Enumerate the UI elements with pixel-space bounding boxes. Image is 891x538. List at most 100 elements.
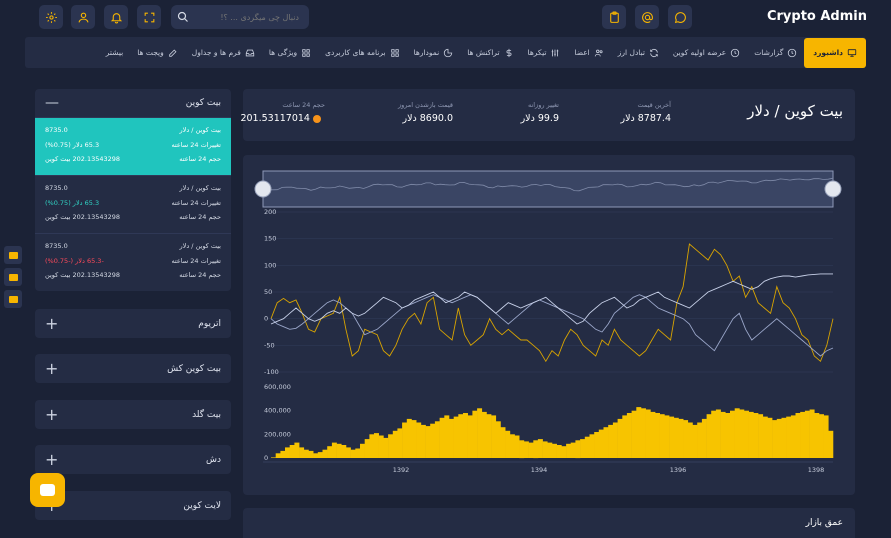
settings-button[interactable]	[39, 5, 63, 29]
series-line-1	[270, 294, 834, 357]
volume-bar	[425, 426, 431, 458]
stat-label: تغییر روزانه	[527, 101, 559, 109]
stat-label: حجم 24 ساعت	[282, 101, 325, 109]
volume-value: 202.13543298 بیت کوین	[45, 271, 121, 279]
coin-row[interactable]: بیت کوین / دلار 8735.0 تغییرات 24 ساعته 65.…	[35, 175, 231, 233]
volume-bar	[537, 439, 543, 458]
market-depth-panel: عمق بازار	[243, 508, 855, 538]
volume-bar	[575, 440, 581, 459]
accordion-title: بیت گلد	[192, 409, 221, 420]
nav-item-label: تیکرها	[527, 48, 547, 57]
price-chart-panel: 200 150 100 50 0 -50 -100 600,000 400,000 200,000…	[243, 155, 855, 495]
volume-tick-label: 0	[264, 454, 268, 462]
volume-bar	[645, 409, 651, 458]
accordion-header[interactable]: دش +	[35, 445, 231, 474]
accordion-title: لایت کوین	[183, 500, 221, 511]
expand-icon[interactable]: +	[45, 450, 58, 469]
window-icon	[8, 273, 18, 281]
coin-accordion[interactable]: دش +	[35, 445, 231, 474]
user-icon	[78, 12, 88, 22]
volume-bar	[542, 441, 548, 458]
nav-item-label: نمودارها	[413, 48, 440, 57]
search-box[interactable]	[171, 5, 309, 29]
volume-bar	[641, 408, 646, 458]
coin-row[interactable]: بیت کوین / دلار 8735.0 تغییرات 24 ساعته -65…	[35, 233, 231, 291]
volume-bar	[275, 453, 281, 458]
nav-item-2[interactable]: عرضه اولیه کوین	[666, 37, 747, 68]
grid-icon	[390, 48, 399, 57]
volume-bar	[566, 443, 572, 458]
tool-button[interactable]	[4, 290, 22, 308]
change-label: تغییرات 24 ساعته	[171, 256, 221, 265]
volume-bar	[505, 430, 511, 458]
clipboard-button[interactable]	[602, 5, 626, 29]
accordion-header[interactable]: اتریوم +	[35, 309, 231, 338]
nav-item-0[interactable]: داشبورد	[804, 37, 866, 68]
expand-icon[interactable]: +	[45, 405, 58, 424]
nav-item-12[interactable]: بیشتر	[99, 37, 130, 68]
nav-item-4[interactable]: اعضا	[567, 37, 610, 68]
y-tick-label: -50	[264, 341, 275, 349]
volume-bar	[673, 417, 679, 458]
bell-icon	[110, 12, 122, 23]
navigator-left-handle	[254, 180, 272, 198]
nav-item-5[interactable]: تیکرها	[521, 37, 568, 68]
email-button[interactable]	[635, 5, 659, 29]
chat-icon	[40, 484, 55, 496]
nav-item-9[interactable]: ویژگی ها	[262, 37, 318, 68]
profile-button[interactable]	[71, 5, 95, 29]
volume-bar	[463, 413, 468, 458]
nav-item-8[interactable]: برنامه های کاربردی	[318, 37, 406, 68]
volume-bar	[360, 443, 365, 458]
nav-item-7[interactable]: نمودارها	[407, 37, 461, 68]
volume-bar	[795, 413, 801, 458]
nav-item-3[interactable]: تبادل ارز	[611, 37, 666, 68]
chat-button[interactable]	[668, 5, 692, 29]
volume-bar	[514, 435, 520, 458]
notifications-button[interactable]	[104, 5, 128, 29]
accordion-title: اتریوم	[198, 318, 221, 329]
nav-item-11[interactable]: ویجت ها	[130, 37, 185, 68]
y-tick-label: 200	[264, 208, 276, 216]
nav-item-1[interactable]: گزارشات	[747, 37, 804, 68]
last-price-stat: آخرین قیمت 8787.4 دلار	[620, 101, 671, 124]
expand-icon[interactable]: +	[45, 359, 58, 378]
nav-item-6[interactable]: تراکنش ها	[460, 37, 520, 68]
nav-item-10[interactable]: فرم ها و جداول	[185, 37, 262, 68]
tool-button[interactable]	[4, 268, 22, 286]
accordion-title: دش	[206, 454, 221, 465]
volume-bar	[584, 436, 590, 458]
y-tick-label: 150	[264, 235, 276, 243]
change-value: -65.3 دلار (-0.75%)	[45, 256, 104, 265]
stat-value: 8690.0 دلار	[402, 113, 453, 124]
volume-label: حجم 24 ساعته	[179, 271, 221, 279]
accordion-header[interactable]: بیت کوین —	[35, 89, 231, 117]
nav-item-label: بیشتر	[105, 48, 124, 57]
coin-accordion[interactable]: بیت کوین کش +	[35, 354, 231, 383]
expand-icon[interactable]: +	[45, 314, 58, 333]
fullscreen-button[interactable]	[137, 5, 161, 29]
search-input[interactable]	[199, 12, 299, 22]
volume-bar	[772, 420, 778, 458]
volume-bar	[509, 434, 515, 458]
change-value: 65.3 دلار (0.75%)	[45, 198, 100, 207]
coin-accordion[interactable]: اتریوم +	[35, 309, 231, 338]
navigator-right-handle	[824, 180, 842, 198]
tool-button[interactable]	[4, 246, 22, 264]
accordion-header[interactable]: بیت کوین کش +	[35, 354, 231, 383]
volume-bar	[299, 447, 305, 458]
volume-bar	[692, 424, 698, 458]
volume-bar	[491, 415, 497, 458]
coin-row[interactable]: بیت کوین / دلار 8735.0 تغییرات 24 ساعته 65.…	[35, 117, 231, 175]
collapse-icon[interactable]: —	[45, 95, 59, 111]
coin-accordion[interactable]: بیت گلد +	[35, 400, 231, 429]
floating-toolbar	[4, 246, 26, 312]
volume-bar	[762, 416, 768, 458]
nav-item-label: گزارشات	[754, 48, 784, 57]
volume-bar	[402, 422, 408, 458]
volume-bar	[720, 411, 726, 458]
volume-bar	[683, 420, 689, 458]
accordion-header[interactable]: بیت گلد +	[35, 400, 231, 429]
support-chat-button[interactable]	[30, 473, 65, 507]
volume-label: حجم 24 ساعته	[179, 213, 221, 221]
